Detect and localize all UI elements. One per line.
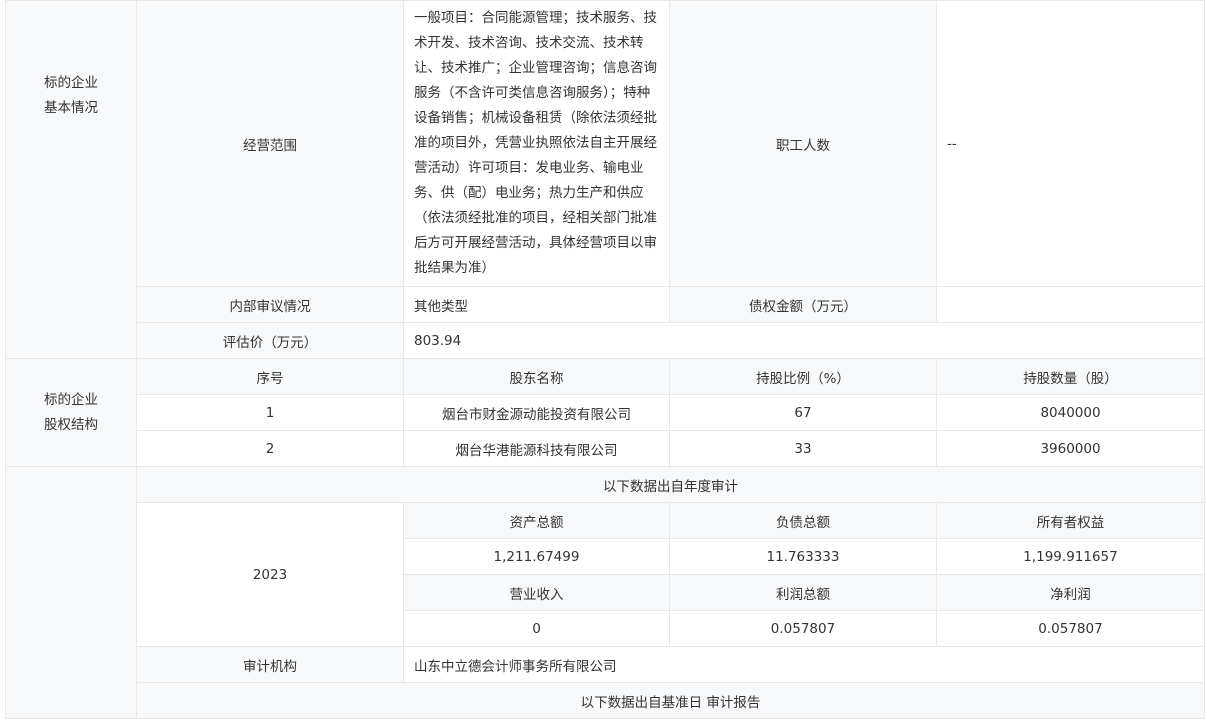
shareholder-shares: 8040000 [936,394,1205,431]
debt-amount-value [936,286,1205,323]
auditor-row: 审计机构 山东中立德会计师事务所有限公司 [6,646,1205,683]
shareholder-ratio: 33 [669,430,937,467]
base-date-audit-banner: 以下数据出自基准日 审计报告 [136,682,1205,719]
employees-label: 职工人数 [669,0,937,287]
group-label-line: 标的企业 [44,391,98,408]
debt-amount-label: 债权金额（万元） [669,286,937,323]
auditor-label: 审计机构 [136,646,404,683]
valuation-value: 803.94 [403,322,1205,359]
total-assets-label: 资产总额 [403,502,670,539]
total-liabilities-value: 11.763333 [669,538,937,575]
shareholder-shares: 3960000 [936,430,1205,467]
annual-audit-banner-row: 以下数据出自年度审计 [5,466,1205,719]
shareholder-name: 烟台市财金源动能投资有限公司 [403,394,670,431]
column-header-ratio: 持股比例（%） [669,358,937,395]
total-profit-label: 利润总额 [669,574,937,611]
table-row: 2 烟台华港能源科技有限公司 33 3960000 [6,430,1205,467]
auditor-value: 山东中立德会计师事务所有限公司 [403,646,1205,683]
column-header-shareholder: 股东名称 [403,358,670,395]
net-profit-value: 0.057807 [936,610,1205,647]
finance-header-row-a: 2023 资产总额 负债总额 所有者权益 [6,502,1205,647]
finance-group-cell [5,466,137,719]
group-label-line: 基本情况 [44,100,98,116]
shareholder-ratio: 67 [669,394,937,431]
business-scope-value: 一般项目：合同能源管理；技术服务、技术开发、技术咨询、技术交流、技术转让、技术推… [403,0,670,287]
valuation-row: 评估价（万元） 803.94 [6,322,1205,359]
base-date-banner-row: 以下数据出自基准日 审计报告 [6,682,1205,719]
net-profit-label: 净利润 [936,574,1205,611]
column-header-shares: 持股数量（股） [936,358,1205,395]
internal-review-value: 其他类型 [403,286,670,323]
annual-audit-banner: 以下数据出自年度审计 [136,466,1205,503]
table-row: 1 烟台市财金源动能投资有限公司 67 8040000 [6,394,1205,431]
equity-group-label: 标的企业 股权结构 [5,358,137,467]
owners-equity-label: 所有者权益 [936,502,1205,539]
total-liabilities-label: 负债总额 [669,502,937,539]
group-label-line: 标的企业 [44,75,98,91]
employees-value: -- [936,0,1205,287]
total-profit-value: 0.057807 [669,610,937,647]
column-header-index: 序号 [136,358,404,395]
revenue-value: 0 [403,610,670,647]
shareholder-index: 1 [136,394,404,431]
shareholder-name: 烟台华港能源科技有限公司 [403,430,670,467]
project-info-table: 标的企业 基本情况 经营范围 一般项目：合同能源管理；技术服务、技术开发、技术咨… [5,0,1205,719]
business-scope-label: 经营范围 [136,0,404,287]
shareholder-index: 2 [136,430,404,467]
total-assets-value: 1,211.67499 [403,538,670,575]
internal-review-label: 内部审议情况 [136,286,404,323]
owners-equity-value: 1,199.911657 [936,538,1205,575]
basic-info-group-label: 标的企业 基本情况 [5,0,137,359]
equity-header-row: 标的企业 股权结构 序号 股东名称 持股比例（%） 持股数量（股） [5,358,1205,467]
group-label-line: 股权结构 [44,416,98,433]
business-scope-row: 标的企业 基本情况 经营范围 一般项目：合同能源管理；技术服务、技术开发、技术咨… [5,0,1205,359]
internal-review-row: 内部审议情况 其他类型 债权金额（万元） [6,286,1205,323]
audit-year: 2023 [136,502,404,647]
revenue-label: 营业收入 [403,574,670,611]
valuation-label: 评估价（万元） [136,322,404,359]
